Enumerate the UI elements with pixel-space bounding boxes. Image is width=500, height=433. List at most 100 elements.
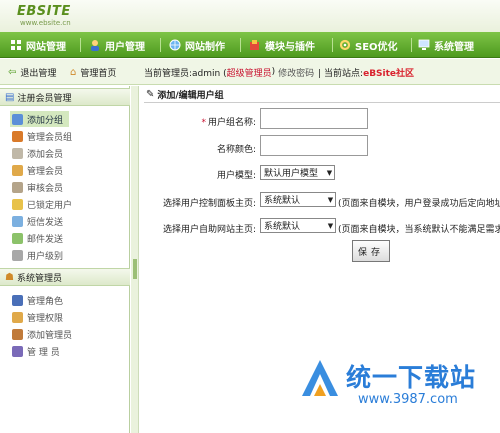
group-name-input[interactable] bbox=[260, 108, 368, 129]
key-icon bbox=[12, 311, 23, 323]
mail-icon bbox=[12, 232, 23, 244]
sidebar-item-label: 短信发送 bbox=[27, 217, 64, 228]
site-prefix: | 当前站点: bbox=[318, 68, 364, 79]
self-site-note: (页面来自模块，当系统默认不能满足需求时 bbox=[338, 225, 500, 235]
chevron-down-icon: ▼ bbox=[327, 221, 334, 230]
home-link[interactable]: ⌂ 管理首页 bbox=[70, 59, 116, 85]
sidebar-item-label: 管理角色 bbox=[27, 296, 64, 307]
sidebar-item-add-group[interactable]: 添加分组 bbox=[10, 111, 70, 127]
role-icon bbox=[12, 294, 23, 306]
message-icon bbox=[12, 215, 23, 227]
sidebar-item-label: 审核会员 bbox=[27, 183, 64, 194]
sidebar-item-manage-roles[interactable]: 管理角色 bbox=[12, 292, 63, 308]
site-name: eBSite社区 bbox=[363, 68, 415, 79]
self-site-select[interactable]: 系统默认 ▼ bbox=[260, 218, 336, 233]
admin-prefix: 当前管理员:admin ( bbox=[144, 68, 227, 79]
nav-site-build[interactable]: 网站制作 bbox=[169, 32, 225, 58]
users-icon bbox=[12, 130, 23, 142]
sidebar-item-label: 邮件发送 bbox=[27, 234, 64, 245]
sidebar-item-send-sms[interactable]: 短信发送 bbox=[12, 213, 63, 229]
user-add-icon bbox=[12, 147, 23, 159]
nav-label: SEO优化 bbox=[355, 41, 398, 53]
exit-label: 退出管理 bbox=[20, 68, 57, 79]
logo-url: www.ebsite.cn bbox=[20, 19, 71, 27]
edit-icon: ✎ bbox=[146, 89, 155, 100]
name-color-label: 名称颜色: bbox=[216, 145, 256, 155]
sidebar-item-send-email[interactable]: 邮件发送 bbox=[12, 230, 63, 246]
nav-label: 用户管理 bbox=[105, 41, 145, 53]
sidebar-item-manage-groups[interactable]: 管理会员组 bbox=[12, 128, 72, 144]
level-icon bbox=[12, 249, 23, 261]
user-model-label: 用户模型: bbox=[216, 171, 256, 181]
nav-divider bbox=[160, 38, 161, 52]
user-model-value: 默认用户模型 bbox=[264, 169, 319, 179]
save-button[interactable]: 保存 bbox=[352, 240, 390, 262]
sidebar-item-label: 添加管理员 bbox=[27, 330, 73, 341]
home-label: 管理首页 bbox=[80, 68, 117, 79]
sidebar-splitter[interactable] bbox=[131, 86, 139, 433]
admin-role: 超级管理员 bbox=[226, 68, 272, 79]
group-name-label: * 用户组名称: bbox=[186, 115, 256, 128]
admin-add-icon bbox=[12, 328, 23, 340]
sidebar-item-label: 管 理 员 bbox=[27, 347, 60, 358]
sidebar-item-label: 管理会员组 bbox=[27, 132, 73, 143]
change-password-link[interactable]: 修改密码 bbox=[278, 66, 314, 79]
chevron-down-icon: ▼ bbox=[327, 195, 334, 204]
nav-system-manage[interactable]: 系统管理 bbox=[418, 32, 474, 58]
nav-user-manage[interactable]: 用户管理 bbox=[89, 32, 145, 58]
name-color-input[interactable] bbox=[260, 135, 368, 156]
user-model-select[interactable]: 默认用户模型 ▼ bbox=[260, 165, 335, 180]
nav-seo[interactable]: SEO优化 bbox=[339, 32, 398, 58]
panel-title: ✎ 添加/编辑用户组 bbox=[146, 88, 224, 101]
lock-icon bbox=[12, 198, 23, 210]
user-icon bbox=[91, 40, 99, 51]
splitter-handle[interactable] bbox=[133, 259, 137, 279]
admin-icon bbox=[12, 345, 23, 357]
gear-icon bbox=[339, 39, 351, 51]
globe-icon bbox=[169, 39, 181, 51]
nav-divider bbox=[411, 38, 412, 52]
admin-suffix: ) bbox=[271, 67, 276, 77]
main-nav: 网站管理 用户管理 网站制作 模块与插件 SEO优化 系统管理 bbox=[0, 32, 500, 58]
status-bar: ⇦ 退出管理 ⌂ 管理首页 当前管理员:admin ( 超级管理员 ) 修改密码… bbox=[0, 59, 500, 85]
sidebar-item-add-member[interactable]: 添加会员 bbox=[12, 145, 63, 161]
sidebar-item-manage-permissions[interactable]: 管理权限 bbox=[12, 309, 63, 325]
nav-website-manage[interactable]: 网站管理 bbox=[10, 32, 66, 58]
sidebar-item-manage-members[interactable]: 管理会员 bbox=[12, 162, 63, 178]
home-icon: ⌂ bbox=[70, 66, 77, 78]
sidebar-item-review-members[interactable]: 审核会员 bbox=[12, 179, 63, 195]
nav-label: 系统管理 bbox=[434, 41, 474, 53]
folder-icon: ▤ bbox=[5, 91, 15, 103]
grid-icon bbox=[11, 40, 21, 50]
user-icon bbox=[12, 164, 23, 176]
sidebar-item-label: 已锁定用户 bbox=[27, 200, 73, 211]
control-panel-select[interactable]: 系统默认 ▼ bbox=[260, 192, 336, 207]
sidebar-item-add-admin[interactable]: 添加管理员 bbox=[12, 326, 72, 342]
sidebar-item-locked-users[interactable]: 已锁定用户 bbox=[12, 196, 72, 212]
logo: EBSITE bbox=[17, 4, 71, 19]
sidebar-item-label: 管理权限 bbox=[27, 313, 64, 324]
admin-group-icon: ☗ bbox=[5, 271, 14, 283]
sidebar-group-admins[interactable]: ☗ 系统管理员 bbox=[0, 268, 130, 286]
watermark-url: www.3987.com bbox=[358, 392, 458, 407]
watermark: 统一下载站 www.3987.com bbox=[296, 356, 496, 426]
group-name-label-text: 用户组名称: bbox=[207, 118, 256, 128]
back-arrow-icon: ⇦ bbox=[8, 66, 17, 78]
sidebar-item-admins[interactable]: 管 理 员 bbox=[12, 343, 60, 359]
sidebar-group-members[interactable]: ▤ 注册会员管理 bbox=[0, 88, 130, 106]
exit-link[interactable]: ⇦ 退出管理 bbox=[8, 59, 56, 85]
self-site-label: 选择用户自助网站主页: bbox=[162, 225, 256, 235]
nav-label: 网站制作 bbox=[185, 41, 225, 53]
control-panel-value: 系统默认 bbox=[264, 196, 301, 206]
puzzle-icon bbox=[250, 40, 259, 50]
control-panel-note: (页面来自模块，用户登录成功后定向地址, bbox=[338, 199, 500, 209]
sidebar-item-label: 添加分组 bbox=[27, 115, 64, 126]
user-check-icon bbox=[12, 181, 23, 193]
sidebar-item-label: 管理会员 bbox=[27, 166, 64, 177]
group-label: 注册会员管理 bbox=[17, 93, 72, 104]
panel-title-text: 添加/编辑用户组 bbox=[157, 91, 224, 101]
nav-modules-plugins[interactable]: 模块与插件 bbox=[249, 32, 315, 58]
sidebar-item-user-levels[interactable]: 用户级别 bbox=[12, 247, 63, 263]
required-mark: * bbox=[201, 118, 206, 128]
sidebar-item-label: 用户级别 bbox=[27, 251, 64, 262]
